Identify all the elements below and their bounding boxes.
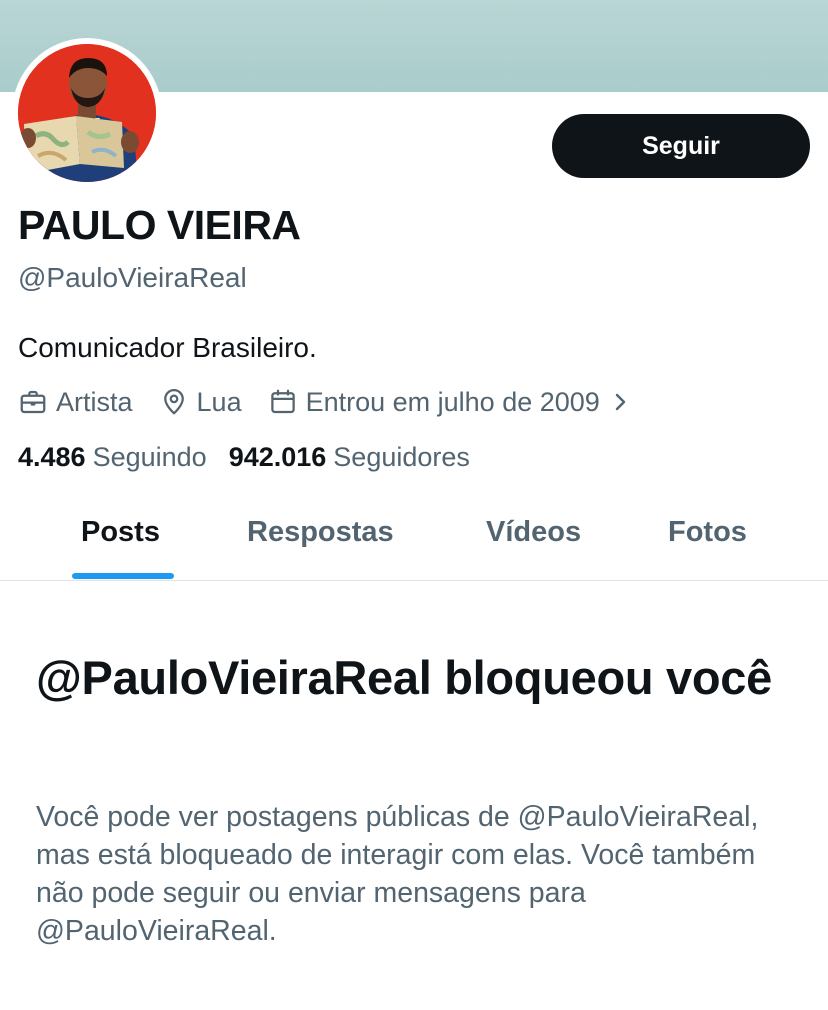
profile-category-label: Artista [56, 386, 133, 417]
following-label: Seguindo [92, 442, 207, 472]
profile-category: Artista [18, 387, 133, 418]
profile-bio: Comunicador Brasileiro. [18, 332, 317, 363]
briefcase-icon [18, 387, 48, 417]
tab-videos[interactable]: Vídeos [486, 516, 581, 549]
profile-location-label: Lua [196, 386, 242, 417]
calendar-icon [268, 387, 298, 417]
avatar[interactable] [18, 44, 156, 182]
followers-label: Seguidores [333, 442, 470, 472]
profile-stats: 4.486 Seguindo 942.016 Seguidores [18, 442, 492, 473]
follow-button[interactable]: Seguir [552, 114, 810, 178]
avatar-image [18, 44, 156, 182]
followers-stat[interactable]: 942.016 Seguidores [229, 442, 470, 473]
profile-joined[interactable]: Entrou em julho de 2009 [268, 387, 600, 418]
tab-respostas[interactable]: Respostas [247, 516, 394, 549]
location-pin-icon [159, 387, 189, 417]
blocked-description: Você pode ver postagens públicas de @Pau… [36, 801, 759, 947]
profile-handle: @PauloVieiraReal [18, 262, 247, 293]
following-stat[interactable]: 4.486 Seguindo [18, 442, 207, 473]
profile-meta: Artista Lua Entrou em julho de 2009 [18, 382, 634, 422]
tab-fotos[interactable]: Fotos [668, 516, 747, 549]
chevron-right-icon[interactable] [610, 387, 634, 417]
profile-joined-label: Entrou em julho de 2009 [305, 386, 600, 417]
profile-tabs: Posts Respostas Vídeos Fotos [0, 500, 828, 581]
followers-count: 942.016 [228, 442, 327, 472]
profile-location: Lua [159, 387, 242, 418]
blocked-title: @PauloVieiraReal bloqueou você [36, 651, 772, 704]
profile-name: PAULO VIEIRA [18, 202, 301, 248]
active-tab-indicator [72, 573, 174, 579]
tab-posts[interactable]: Posts [81, 516, 160, 549]
following-count: 4.486 [18, 442, 86, 472]
